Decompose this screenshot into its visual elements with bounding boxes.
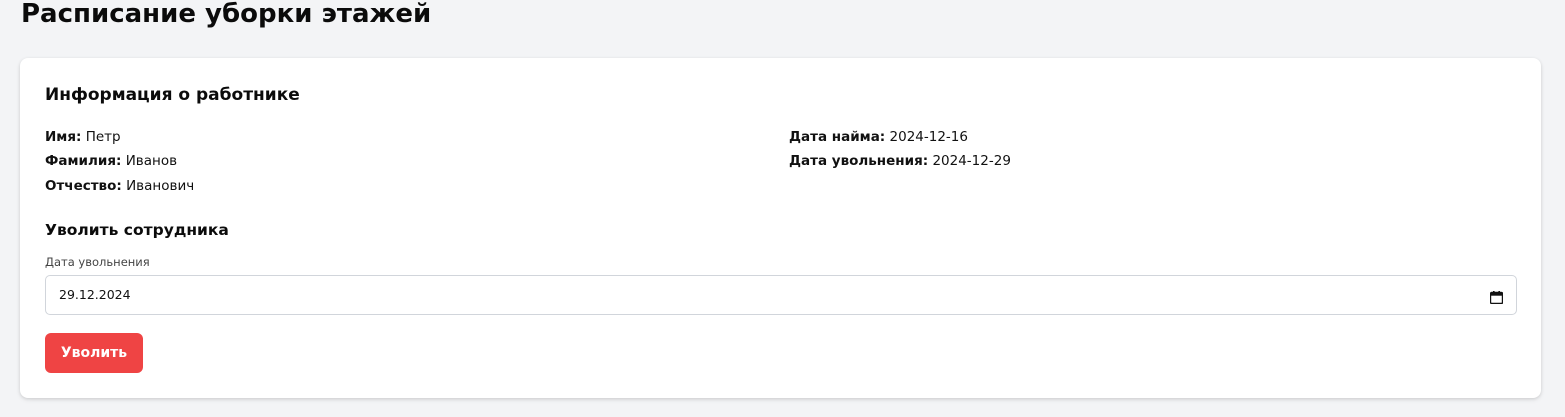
first-name-row: Имя: Петр <box>45 127 121 147</box>
page-title: Расписание уборки этажей <box>21 0 432 29</box>
dismissal-date-value: 2024-12-29 <box>932 153 1011 169</box>
patronymic-row: Отчество: Иванович <box>45 176 194 196</box>
patronymic-value: Иванович <box>126 178 195 194</box>
last-name-value: Иванов <box>125 153 178 169</box>
last-name-label: Фамилия: <box>45 153 122 169</box>
dismissal-date-input[interactable]: 29.12.2024 <box>45 275 1517 315</box>
dismissal-date-row: Дата увольнения: 2024-12-29 <box>789 151 1011 171</box>
employee-info-title: Информация о работнике <box>45 85 300 105</box>
first-name-value: Петр <box>85 129 121 145</box>
first-name-label: Имя: <box>45 129 82 145</box>
dismiss-section-title: Уволить сотрудника <box>45 221 229 239</box>
dismiss-button[interactable]: Уволить <box>45 333 143 373</box>
dismissal-date-field-label: Дата увольнения <box>45 255 150 269</box>
calendar-icon[interactable] <box>1489 289 1504 305</box>
last-name-row: Фамилия: Иванов <box>45 151 177 171</box>
dismissal-date-input-value: 29.12.2024 <box>59 287 131 302</box>
dismissal-date-label: Дата увольнения: <box>789 153 929 169</box>
hire-date-value: 2024-12-16 <box>889 129 968 145</box>
page: Расписание уборки этажей Информация о ра… <box>0 0 1565 417</box>
employee-card: Информация о работнике Имя: Петр Фамилия… <box>20 58 1541 398</box>
hire-date-row: Дата найма: 2024-12-16 <box>789 127 968 147</box>
hire-date-label: Дата найма: <box>789 129 886 145</box>
patronymic-label: Отчество: <box>45 178 122 194</box>
